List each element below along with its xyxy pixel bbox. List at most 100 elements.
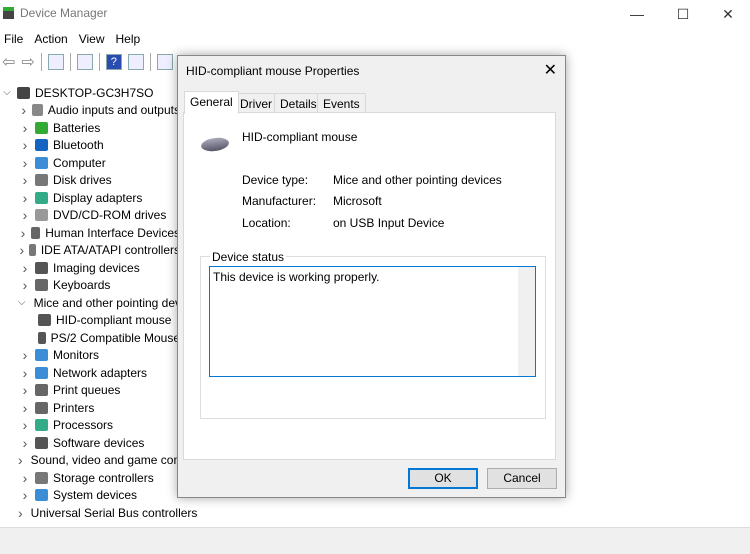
tree-item-label: PS/2 Compatible Mouse: [50, 330, 180, 345]
chevron-right-icon[interactable]: ›: [18, 242, 26, 258]
tree-item[interactable]: › Software devices: [0, 434, 180, 452]
device-status-text: This device is working properly.: [213, 270, 380, 284]
tree-item[interactable]: › Disk drives: [0, 172, 180, 190]
chevron-right-icon[interactable]: ›: [18, 225, 28, 241]
chevron-down-icon[interactable]: ⌵: [0, 87, 14, 98]
chevron-right-icon[interactable]: ›: [18, 365, 32, 381]
chevron-right-icon[interactable]: ›: [18, 347, 32, 363]
tree-item[interactable]: › Batteries: [0, 119, 180, 137]
tree-item-label: Audio inputs and outputs: [47, 103, 180, 118]
tree-item[interactable]: › Storage controllers: [0, 469, 180, 487]
device-name: HID-compliant mouse: [242, 130, 358, 144]
chevron-right-icon[interactable]: ›: [18, 470, 32, 486]
tree-item-label: Monitors: [53, 348, 100, 363]
chevron-right-icon[interactable]: ›: [18, 505, 23, 521]
chevron-right-icon[interactable]: ›: [18, 172, 32, 188]
tab-general[interactable]: General: [184, 91, 239, 114]
device-status-textbox[interactable]: This device is working properly.: [209, 266, 536, 377]
tree-item[interactable]: › IDE ATA/ATAPI controllers: [0, 242, 180, 260]
tree-item[interactable]: › Imaging devices: [0, 259, 180, 277]
tree-item[interactable]: › Processors: [0, 417, 180, 435]
tree-item[interactable]: › Network adapters: [0, 364, 180, 382]
tab-details[interactable]: Details: [274, 93, 323, 113]
update-driver-icon[interactable]: [127, 54, 144, 70]
tree-item[interactable]: › Bluetooth: [0, 137, 180, 155]
forward-icon[interactable]: ⇨: [21, 52, 34, 72]
tree-item[interactable]: › System devices: [0, 487, 180, 505]
window-title: Device Manager: [20, 6, 108, 20]
tree-item-label: Printers: [53, 400, 95, 415]
chevron-right-icon[interactable]: ›: [18, 382, 32, 398]
chevron-right-icon[interactable]: ›: [18, 400, 32, 416]
tree-item[interactable]: HID-compliant mouse: [0, 312, 180, 330]
separator: [69, 53, 71, 71]
device-category-icon: [35, 436, 48, 449]
tree-item[interactable]: › Printers: [0, 399, 180, 417]
separator: [40, 53, 42, 71]
chevron-right-icon[interactable]: ›: [18, 260, 32, 276]
tree-item[interactable]: › DVD/CD-ROM drives: [0, 207, 180, 225]
device-category-icon: [32, 104, 43, 117]
device-tree: ⌵ DESKTOP-GC3H7SO › Audio inputs and output…: [0, 84, 216, 522]
tree-item[interactable]: › Print queues: [0, 382, 180, 400]
close-button[interactable]: ✕: [705, 0, 750, 28]
properties-icon[interactable]: [76, 54, 93, 70]
chevron-right-icon[interactable]: ›: [18, 417, 32, 433]
show-hide-icon[interactable]: [47, 54, 64, 70]
dialog-close-icon[interactable]: ✕: [544, 60, 557, 80]
tree-item[interactable]: › Keyboards: [0, 277, 180, 295]
menu-help[interactable]: Help: [112, 30, 148, 48]
tree-item[interactable]: PS/2 Compatible Mouse: [0, 329, 180, 347]
device-category-icon: [35, 261, 48, 274]
tree-item[interactable]: ⌵ Mice and other pointing devices: [0, 294, 202, 312]
tree-item[interactable]: › Display adapters: [0, 189, 180, 207]
device-status-label: Device status: [210, 250, 287, 264]
menu-view[interactable]: View: [75, 30, 112, 48]
device-category-icon: [35, 349, 48, 362]
chevron-right-icon[interactable]: ›: [18, 277, 32, 293]
tree-item-label: Universal Serial Bus controllers: [30, 505, 198, 520]
tree-item[interactable]: › Human Interface Devices: [0, 224, 180, 242]
chevron-right-icon[interactable]: ›: [18, 452, 23, 468]
tree-item[interactable]: › Computer: [0, 154, 180, 172]
chevron-right-icon[interactable]: ›: [18, 190, 32, 206]
cancel-button[interactable]: Cancel: [487, 468, 557, 489]
tree-item[interactable]: › Universal Serial Bus controllers: [0, 504, 197, 522]
mouse-icon: [200, 136, 230, 153]
chevron-right-icon[interactable]: ›: [18, 137, 32, 153]
tree-item[interactable]: › Sound, video and game controllers: [0, 452, 216, 470]
manufacturer-label: Manufacturer:: [242, 194, 317, 208]
device-category-icon: [35, 174, 48, 187]
separator: [149, 53, 151, 71]
tab-events[interactable]: Events: [317, 93, 366, 113]
tree-item[interactable]: › Audio inputs and outputs: [0, 102, 180, 120]
tree-item[interactable]: › Monitors: [0, 347, 180, 365]
chevron-right-icon[interactable]: ›: [18, 102, 29, 118]
chevron-right-icon[interactable]: ›: [18, 155, 32, 171]
chevron-right-icon[interactable]: ›: [18, 487, 32, 503]
device-category-icon: [38, 331, 46, 344]
chevron-right-icon[interactable]: ›: [18, 120, 32, 136]
tree-item-label: System devices: [53, 488, 138, 503]
scrollbar[interactable]: [518, 267, 535, 376]
tree-item-label: Processors: [53, 418, 114, 433]
manufacturer-value: Microsoft: [333, 194, 382, 208]
minimize-button[interactable]: —: [614, 0, 660, 28]
device-category-icon: [35, 279, 48, 292]
back-icon[interactable]: ⇦: [2, 52, 15, 72]
computer-icon: [17, 86, 30, 99]
tree-item-label: HID-compliant mouse: [56, 313, 172, 328]
menu-file[interactable]: File: [0, 30, 30, 48]
tree-item-label: Storage controllers: [53, 470, 154, 485]
ok-button[interactable]: OK: [408, 468, 478, 489]
tree-root[interactable]: ⌵ DESKTOP-GC3H7SO: [0, 84, 180, 102]
device-category-icon: [38, 314, 51, 327]
tab-driver[interactable]: Driver: [234, 93, 278, 113]
chevron-right-icon[interactable]: ›: [18, 435, 32, 451]
scan-icon[interactable]: [156, 54, 173, 70]
maximize-button[interactable]: ☐: [660, 0, 706, 28]
chevron-right-icon[interactable]: ›: [18, 207, 32, 223]
menu-action[interactable]: Action: [30, 30, 74, 48]
chevron-down-icon[interactable]: ⌵: [18, 297, 26, 308]
help-icon[interactable]: ?: [105, 54, 122, 70]
